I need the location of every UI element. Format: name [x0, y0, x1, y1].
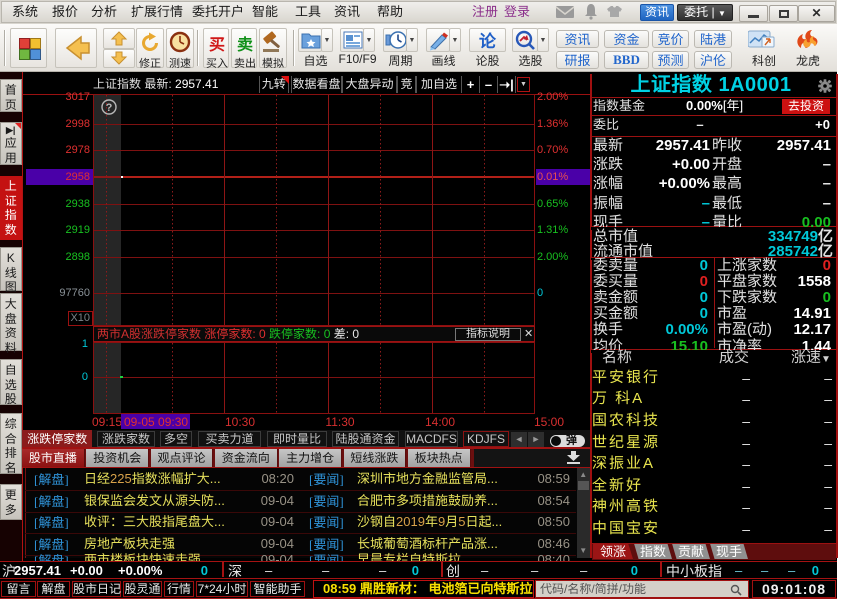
svg-text:?: ?	[106, 102, 113, 114]
